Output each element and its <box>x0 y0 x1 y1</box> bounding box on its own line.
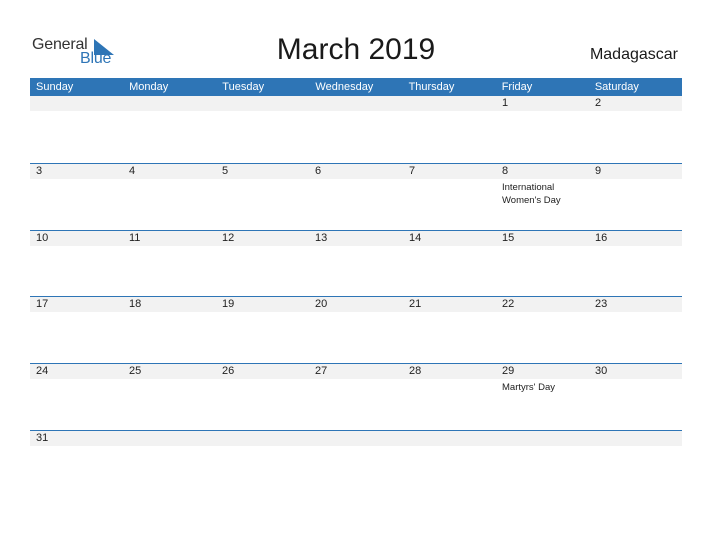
weekday-header-row: Sunday Monday Tuesday Wednesday Thursday… <box>30 78 682 96</box>
day-cell[interactable]: 10 <box>30 231 123 291</box>
day-cell[interactable]: 27 <box>309 364 402 424</box>
day-number: 18 <box>129 298 142 310</box>
day-cell[interactable]: 29 Martyrs' Day <box>496 364 589 424</box>
week-row: 24 25 26 27 28 29 Martyrs' Day 30 <box>30 363 682 430</box>
day-number: 31 <box>36 432 49 444</box>
day-cell[interactable]: 13 <box>309 231 402 291</box>
day-cell[interactable]: 3 <box>30 164 123 224</box>
day-cell[interactable]: 15 <box>496 231 589 291</box>
day-cell[interactable]: 6 <box>309 164 402 224</box>
day-number: 19 <box>222 298 235 310</box>
day-number: 15 <box>502 232 515 244</box>
day-number: 27 <box>315 365 328 377</box>
weekday-saturday: Saturday <box>594 81 639 93</box>
day-number: 10 <box>36 232 49 244</box>
holiday-label: International Women's Day <box>502 182 561 206</box>
day-number: 12 <box>222 232 235 244</box>
day-cell[interactable]: 7 <box>403 164 496 224</box>
day-number: 13 <box>315 232 328 244</box>
day-number: 29 <box>502 365 515 377</box>
day-cell[interactable]: 21 <box>403 297 496 357</box>
day-number: 26 <box>222 365 235 377</box>
day-cell[interactable]: 28 <box>403 364 496 424</box>
day-number: 6 <box>315 165 322 177</box>
day-cell[interactable]: 12 <box>216 231 309 291</box>
day-cell[interactable]: 19 <box>216 297 309 357</box>
week-row: 31 <box>30 430 682 497</box>
day-number: 23 <box>595 298 608 310</box>
weekday-tuesday: Tuesday <box>222 81 265 93</box>
day-cell[interactable]: 5 <box>216 164 309 224</box>
day-cell[interactable]: 8 International Women's Day <box>496 164 589 224</box>
day-number: 4 <box>129 165 136 177</box>
weekday-sunday: Sunday <box>36 81 74 93</box>
day-number: 20 <box>315 298 328 310</box>
day-cell[interactable]: 16 <box>589 231 682 291</box>
week-row: 3 4 5 6 7 8 International Women's Day 9 <box>30 163 682 230</box>
day-cell[interactable]: 30 <box>589 364 682 424</box>
day-cell[interactable]: 23 <box>589 297 682 357</box>
day-cell[interactable]: 4 <box>123 164 216 224</box>
day-number: 9 <box>595 165 602 177</box>
day-number: 24 <box>36 365 49 377</box>
day-cell[interactable]: 26 <box>216 364 309 424</box>
day-number: 25 <box>129 365 142 377</box>
day-number: 11 <box>129 232 141 244</box>
day-cell[interactable]: 1 <box>496 96 589 156</box>
day-number: 2 <box>595 97 602 109</box>
week-row: 12 <box>30 96 682 162</box>
day-cell[interactable]: 18 <box>123 297 216 357</box>
weekday-monday: Monday <box>129 81 169 93</box>
day-cell[interactable]: 11 <box>123 231 216 291</box>
day-number: 1 <box>502 97 509 109</box>
day-cell[interactable] <box>216 96 309 156</box>
day-cell[interactable]: 22 <box>496 297 589 357</box>
calendar-header: General Blue March 2019 Madagascar <box>0 0 712 78</box>
day-number: 28 <box>409 365 422 377</box>
day-number: 17 <box>36 298 49 310</box>
day-cell[interactable]: 31 <box>30 431 123 491</box>
day-number: 16 <box>595 232 608 244</box>
day-cell[interactable]: 14 <box>403 231 496 291</box>
country-name: Madagascar <box>589 46 678 63</box>
day-cell[interactable]: 17 <box>30 297 123 357</box>
day-number: 14 <box>409 232 422 244</box>
day-cell[interactable] <box>403 96 496 156</box>
holiday-label: Martyrs' Day <box>502 382 556 393</box>
day-cell[interactable] <box>123 431 216 491</box>
day-cell[interactable] <box>216 431 309 491</box>
day-cell[interactable]: 25 <box>123 364 216 424</box>
day-cell[interactable] <box>309 431 402 491</box>
day-number: 21 <box>409 298 422 310</box>
day-cell[interactable] <box>496 431 589 491</box>
day-number: 5 <box>222 165 229 177</box>
day-cell[interactable] <box>123 96 216 156</box>
weekday-friday: Friday <box>501 81 533 93</box>
day-cell[interactable]: 2 <box>589 96 682 156</box>
day-number: 3 <box>36 165 43 177</box>
week-row: 10 11 12 13 14 15 16 <box>30 230 682 297</box>
weekday-wednesday: Wednesday <box>315 81 374 93</box>
day-cell[interactable]: 24 <box>30 364 123 424</box>
week-row: 17 18 19 20 21 22 23 <box>30 296 682 363</box>
day-number: 7 <box>409 165 416 177</box>
day-cell[interactable] <box>403 431 496 491</box>
weekday-thursday: Thursday <box>408 81 455 93</box>
calendar-grid: Sunday Monday Tuesday Wednesday Thursday… <box>30 78 682 446</box>
day-cell[interactable]: 20 <box>309 297 402 357</box>
day-cell[interactable] <box>309 96 402 156</box>
day-number: 22 <box>502 298 515 310</box>
day-number: 30 <box>595 365 608 377</box>
day-cell[interactable] <box>30 96 123 156</box>
day-cell[interactable]: 9 <box>589 164 682 224</box>
day-number: 8 <box>502 165 509 177</box>
day-cell[interactable] <box>589 431 682 491</box>
